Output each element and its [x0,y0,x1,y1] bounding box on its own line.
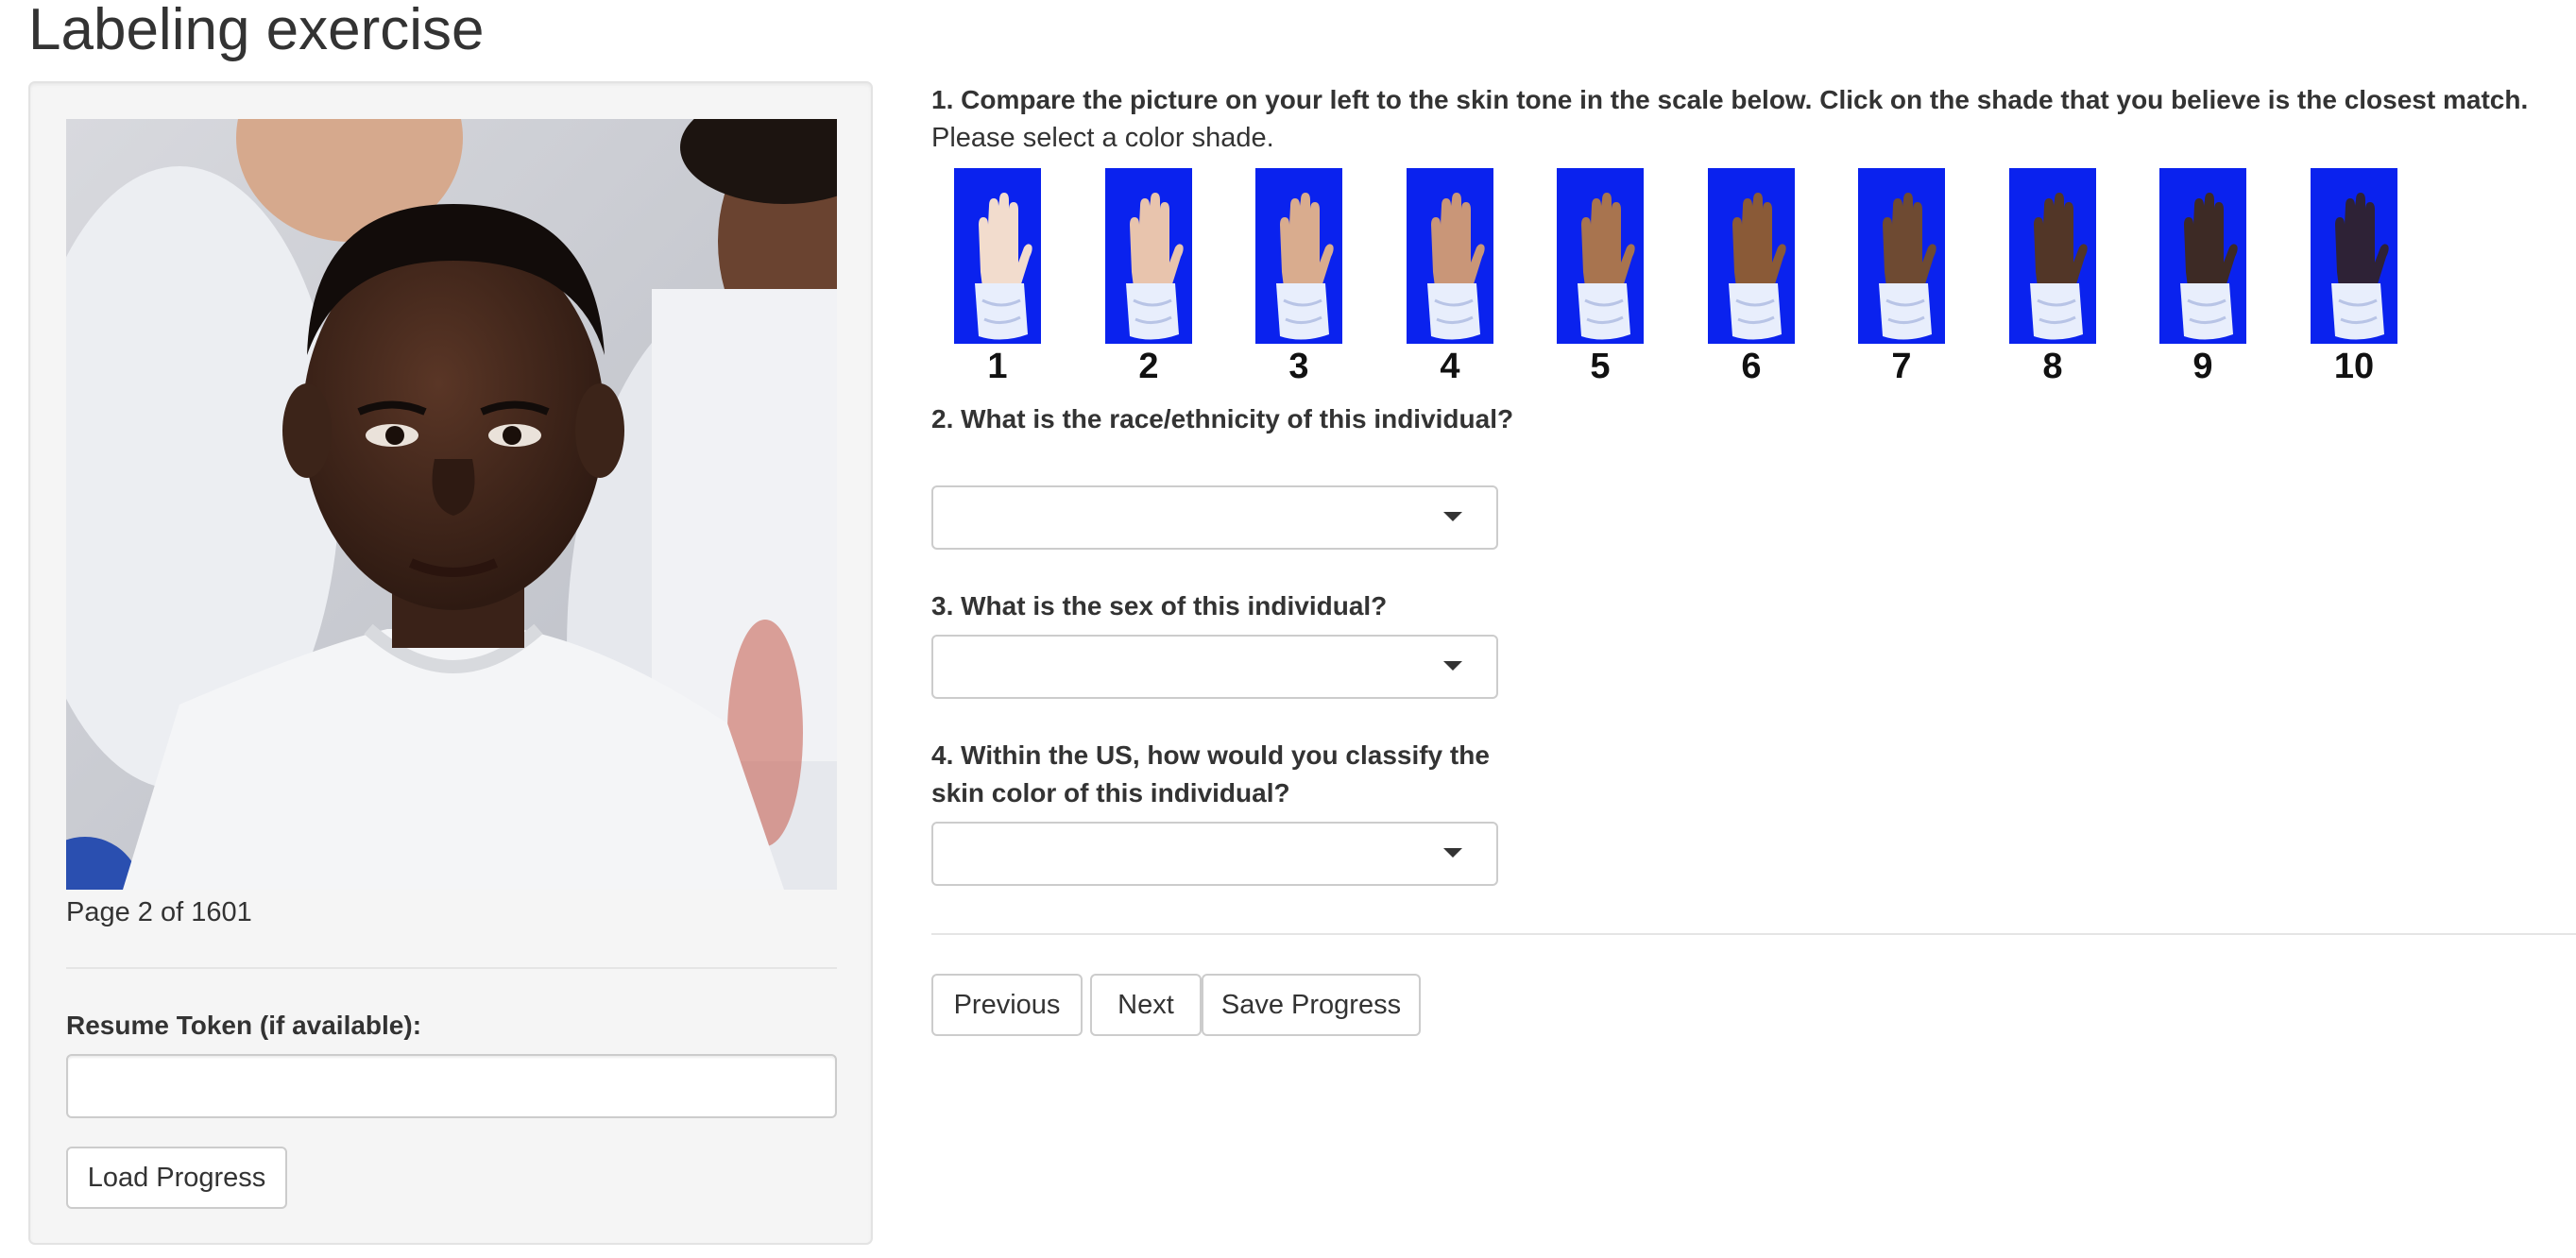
question-4-label: 4. Within the US, how would you classify… [931,740,1490,808]
skin-color-select[interactable] [931,822,1498,886]
hand-icon [1708,168,1795,344]
hand-icon [2159,168,2246,344]
question-1-subtext: Please select a color shade. [931,123,1274,153]
hand-icon [1858,168,1945,344]
previous-button[interactable]: Previous [931,974,1083,1036]
next-button[interactable]: Next [1090,974,1202,1036]
race-ethnicity-select[interactable] [931,485,1498,550]
resume-token-input[interactable] [66,1054,837,1118]
sex-select[interactable] [931,635,1498,699]
chevron-down-icon [1443,848,1462,858]
hand-icon [2009,168,2096,344]
skin-shade-option[interactable]: 8 [2009,168,2096,387]
skin-shade-option[interactable]: 5 [1557,168,1644,387]
shade-number-label: 6 [1741,347,1762,386]
load-progress-button[interactable]: Load Progress [66,1147,287,1209]
skin-shade-option[interactable]: 1 [954,168,1041,387]
shade-number-label: 7 [1891,347,1912,386]
hand-icon [1557,168,1644,344]
hand-icon [1407,168,1493,344]
question-1-text: 1. Compare the picture on your left to t… [931,85,2529,114]
shade-number-label: 4 [1440,347,1460,386]
page-title: Labeling exercise [28,0,485,62]
resume-token-label: Resume Token (if available): [66,1011,422,1040]
hand-icon [2311,168,2397,344]
shade-number-label: 2 [1138,347,1159,386]
hand-icon [1105,168,1192,344]
hand-icon [954,168,1041,344]
shade-number-label: 1 [987,347,1008,386]
skin-shade-option[interactable]: 7 [1858,168,1945,387]
left-panel: Page 2 of 1601 Resume Token (if availabl… [28,81,873,1245]
skin-shade-option[interactable]: 4 [1407,168,1493,387]
skin-shade-option[interactable]: 3 [1255,168,1342,387]
shade-number-label: 10 [2333,347,2375,386]
page-indicator: Page 2 of 1601 [66,897,252,927]
skin-shade-option[interactable]: 6 [1708,168,1795,387]
skin-shade-option[interactable]: 10 [2311,168,2397,387]
chevron-down-icon [1443,512,1462,521]
save-progress-button[interactable]: Save Progress [1202,974,1421,1036]
hand-icon [1255,168,1342,344]
question-2-label: 2. What is the race/ethnicity of this in… [931,404,1514,434]
skin-shade-option[interactable]: 2 [1105,168,1192,387]
shade-number-label: 8 [2042,347,2063,386]
divider [66,967,837,969]
chevron-down-icon [1443,661,1462,671]
shade-number-label: 9 [2192,347,2213,386]
question-3-label: 3. What is the sex of this individual? [931,591,1388,620]
divider [931,933,2576,935]
shade-number-label: 5 [1590,347,1611,386]
portrait-photo [66,119,837,890]
shade-number-label: 3 [1288,347,1309,386]
skin-shade-option[interactable]: 9 [2159,168,2246,387]
